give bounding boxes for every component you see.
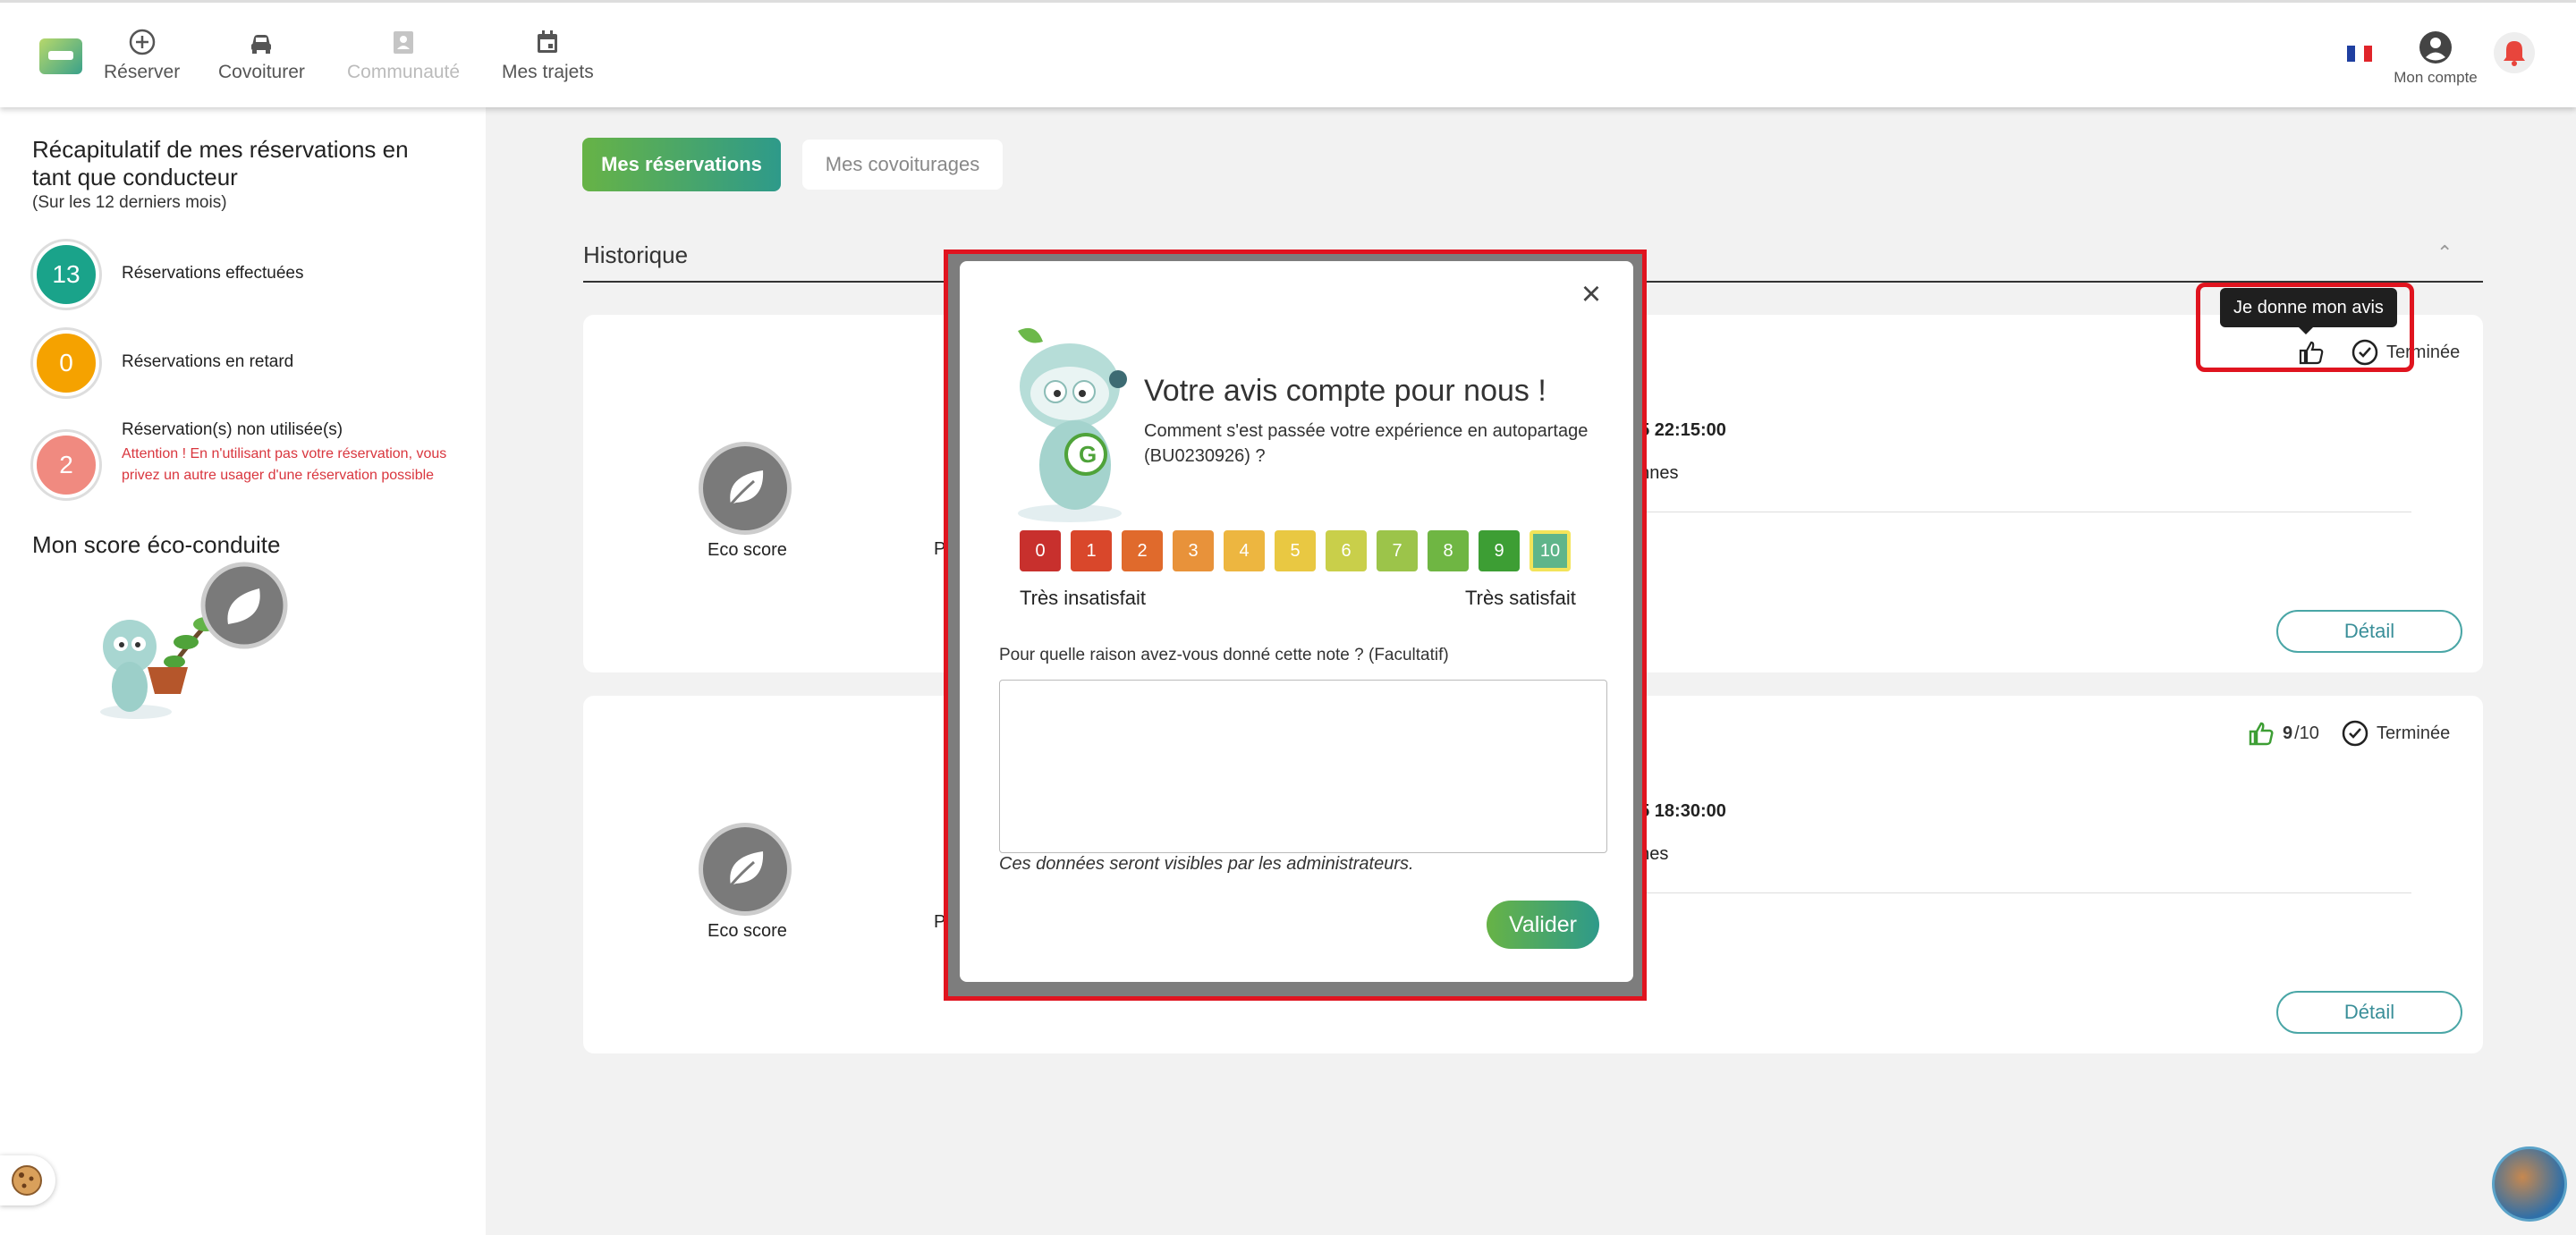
french-flag-icon[interactable] [2347, 46, 2372, 62]
history-title[interactable]: Historique [583, 241, 688, 269]
score-2[interactable]: 2 [1122, 530, 1163, 571]
score-7[interactable]: 7 [1377, 530, 1418, 571]
reason-textarea[interactable] [999, 680, 1607, 853]
scale-high-label: Très satisfait [1465, 587, 1576, 609]
score-1[interactable]: 1 [1071, 530, 1112, 571]
cookie-icon [12, 1165, 42, 1196]
visibility-note: Ces données seront visibles par les admi… [999, 854, 1414, 874]
score-9[interactable]: 9 [1479, 530, 1520, 571]
valider-button[interactable]: Valider [1487, 901, 1599, 949]
eco-score-badge [699, 442, 792, 535]
modal-question: Comment s'est passée votre expérience en… [1144, 421, 1589, 466]
notifications-button[interactable] [2494, 32, 2535, 73]
nav-label: Mes trajets [502, 62, 594, 82]
close-icon[interactable]: × [1572, 275, 1610, 313]
eco-mascot-plant-illustration [100, 562, 288, 719]
account-label: Mon compte [2394, 69, 2478, 86]
score-10-selected[interactable]: 10 [1530, 530, 1571, 571]
contact-card-icon [394, 31, 414, 54]
highlight-feedback-button [2196, 283, 2414, 372]
non-use-warning: Attention ! En n'utilisant pas votre rés… [122, 446, 447, 483]
eco-score-badge [699, 823, 792, 916]
svg-text:G: G [1079, 441, 1097, 468]
bell-icon [2504, 41, 2525, 66]
rating-suffix: /10 [2294, 723, 2319, 743]
stat-label-retard: Réservations en retard [122, 352, 294, 371]
nav-covoiturer[interactable]: Covoiturer [218, 28, 305, 83]
calendar-icon [538, 30, 558, 53]
nav-label: Covoiturer [218, 62, 305, 82]
stat-circle-retard: 0 [33, 330, 99, 396]
mascot-illustration: G [1018, 327, 1127, 522]
sidebar-subtitle: (Sur les 12 derniers mois) [32, 193, 227, 212]
score-8[interactable]: 8 [1428, 530, 1469, 571]
eco-score-label: Eco score [708, 921, 787, 941]
chevron-up-icon[interactable]: ⌃ [2436, 241, 2453, 265]
nav-label: Communauté [347, 62, 461, 82]
stat-circle-non-utilisees: 2 [33, 432, 99, 498]
tab-mes-covoiturages[interactable]: Mes covoiturages [802, 140, 1003, 190]
user-avatar-icon [2419, 31, 2452, 63]
rating-value: 9 [2283, 723, 2293, 743]
stat-circle-effectuees: 13 [33, 241, 99, 308]
car-icon [251, 35, 272, 54]
score-4[interactable]: 4 [1224, 530, 1265, 571]
sidebar-title: Récapitulatif de mes réservations en tan… [32, 136, 409, 190]
check-circle-icon [2342, 720, 2368, 747]
top-navbar: Réserver Covoiturer Communauté Mes traje… [0, 0, 2576, 107]
nav-label: Réserver [104, 62, 181, 82]
card-divider [1630, 892, 2411, 893]
modal-title: Votre avis compte pour nous ! [1144, 374, 1546, 408]
nav-mes-trajets[interactable]: Mes trajets [502, 28, 594, 83]
score-3[interactable]: 3 [1173, 530, 1214, 571]
cookie-settings-button[interactable] [0, 1155, 55, 1205]
scale-low-label: Très insatisfait [1020, 587, 1147, 609]
stat-label-effectuees: Réservations effectuées [122, 264, 304, 283]
nav-reserver[interactable]: Réserver [104, 28, 180, 83]
account-menu[interactable]: Mon compte [2386, 30, 2485, 87]
reason-label: Pour quelle raison avez-vous donné cette… [999, 646, 1449, 664]
stat-label-non-utilisees: Réservation(s) non utilisée(s) [122, 420, 343, 439]
leaf-icon [729, 470, 764, 505]
nav-communaute: Communauté [347, 28, 460, 83]
score-0[interactable]: 0 [1020, 530, 1061, 571]
app-logo[interactable] [39, 38, 82, 74]
leaf-icon [729, 851, 764, 886]
eco-score-label: Eco score [708, 540, 787, 560]
detail-button[interactable]: Détail [2276, 991, 2462, 1034]
status-label: Terminée [2376, 723, 2451, 743]
tab-mes-reservations[interactable]: Mes réservations [582, 138, 781, 191]
chat-assistant-avatar[interactable] [2492, 1146, 2567, 1222]
reservation-status: 9/10 Terminée [2247, 719, 2450, 748]
detail-button[interactable]: Détail [2276, 610, 2462, 653]
eco-score-title: Mon score éco-conduite [32, 531, 281, 558]
score-5[interactable]: 5 [1275, 530, 1316, 571]
thumbs-up-icon [2249, 722, 2274, 746]
plus-circle-icon [129, 29, 155, 55]
score-6[interactable]: 6 [1326, 530, 1367, 571]
